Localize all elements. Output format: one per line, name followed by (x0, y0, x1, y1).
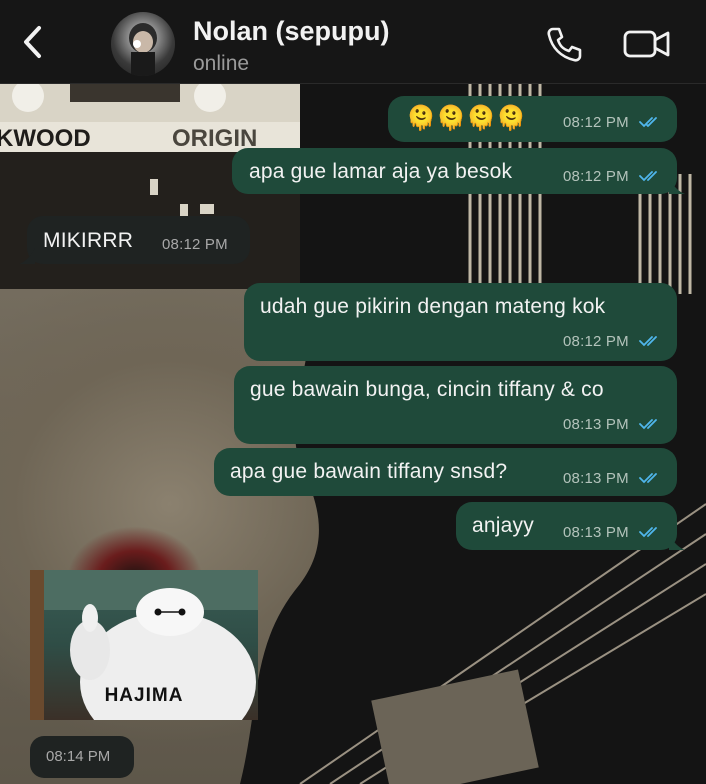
chat-area[interactable]: KWOOD ORIGIN 🫠🫠🫠🫠 08:12 PM apa gue lamar… (0, 84, 706, 784)
read-receipt-icon (639, 171, 657, 182)
message-bubble-outgoing[interactable]: udah gue pikirin dengan mateng kok 08:12… (244, 283, 677, 361)
avatar-photo (129, 23, 157, 76)
message-bubble-outgoing[interactable]: apa gue bawain tiffany snsd? 08:13 PM (214, 448, 677, 496)
bubble-tail (669, 534, 685, 550)
video-call-button[interactable] (622, 26, 672, 62)
phone-icon (547, 27, 582, 62)
message-text: udah gue pikirin dengan mateng kok (260, 295, 606, 318)
message-text: MIKIRRR (43, 229, 134, 252)
message-time: 08:14 PM (46, 748, 111, 765)
message-time: 08:13 PM (563, 524, 629, 541)
message-bubble-outgoing[interactable]: gue bawain bunga, cincin tiffany & co 08… (234, 366, 677, 444)
read-receipt-icon (639, 527, 657, 538)
back-button[interactable] (12, 22, 52, 62)
back-chevron-icon (24, 26, 41, 58)
video-camera-icon (623, 30, 670, 58)
message-bubble-incoming[interactable]: MIKIRRR 08:12 PM (19, 216, 250, 264)
bubble-tail (669, 178, 685, 194)
read-receipt-icon (639, 473, 657, 484)
read-receipt-icon (639, 336, 657, 347)
message-time: 08:13 PM (563, 470, 629, 487)
message-bubble-outgoing[interactable]: anjayy 08:13 PM (456, 502, 685, 550)
message-text: anjayy (472, 514, 534, 537)
message-text: apa gue lamar aja ya besok (249, 160, 513, 183)
chat-header: Nolan (sepupu) online (0, 0, 706, 84)
image-message[interactable]: HAJIMA (30, 570, 258, 720)
message-text: gue bawain bunga, cincin tiffany & co (250, 378, 604, 401)
message-time: 08:12 PM (563, 168, 629, 185)
image-caption: HAJIMA (104, 685, 184, 706)
wallpaper-text-kwood: KWOOD (0, 125, 91, 152)
message-text: 🫠🫠🫠🫠 (406, 105, 527, 132)
message-bubble-outgoing[interactable]: apa gue lamar aja ya besok 08:12 PM (232, 148, 685, 194)
message-text: apa gue bawain tiffany snsd? (230, 460, 508, 483)
message-time: 08:12 PM (162, 236, 228, 253)
image-message-time-badge: 08:14 PM (30, 736, 134, 778)
message-bubble-outgoing[interactable]: 🫠🫠🫠🫠 08:12 PM (388, 96, 677, 142)
contact-status: online (193, 52, 250, 75)
message-time: 08:13 PM (563, 416, 629, 433)
contact-avatar[interactable] (111, 12, 175, 76)
bubble-tail (19, 248, 35, 264)
read-receipt-icon (639, 117, 657, 128)
message-time: 08:12 PM (563, 333, 629, 350)
message-time: 08:12 PM (563, 114, 629, 131)
read-receipt-icon (639, 419, 657, 430)
voice-call-button[interactable] (544, 24, 584, 64)
contact-name[interactable]: Nolan (sepupu) (193, 16, 390, 47)
